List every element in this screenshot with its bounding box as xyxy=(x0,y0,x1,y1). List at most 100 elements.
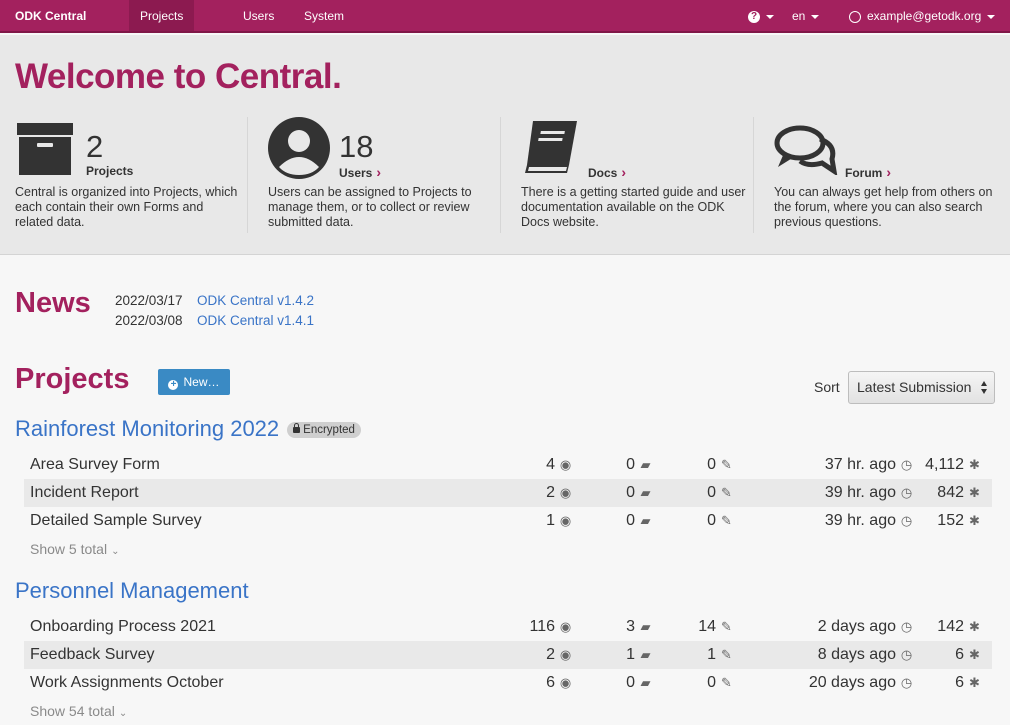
news-item: 2022/03/17 ODK Central v1.4.2 xyxy=(115,293,314,308)
edited-count: 1 ✎ xyxy=(707,641,733,669)
form-row[interactable]: Feedback Survey 2 ◉ 1 ▰ 1 ✎ 8 days ago ◷ 6 ✱ xyxy=(24,641,992,669)
comments-count: 1 ▰ xyxy=(626,641,652,669)
show-total-link[interactable]: Show 5 total ⌄ xyxy=(30,541,119,557)
project-link[interactable]: Personnel Management xyxy=(15,578,249,603)
nav-system[interactable]: System xyxy=(304,0,344,31)
badge-label: Encrypted xyxy=(303,424,355,436)
nav-users[interactable]: Users xyxy=(243,0,274,31)
forum-block-title: Forum xyxy=(845,166,883,180)
comments-icon: ▰ xyxy=(640,485,651,500)
chevron-right-icon: › xyxy=(886,164,892,180)
latest-submission: 20 days ago ◷ xyxy=(809,669,913,697)
comments-icon: ▰ xyxy=(640,457,651,472)
projects-block-title: Projects xyxy=(86,164,134,178)
docs-block-title: Docs xyxy=(588,166,618,180)
project-group-title: Rainforest Monitoring 2022 Encrypted xyxy=(15,416,361,442)
comments-count: 0 ▰ xyxy=(626,451,652,479)
user-circle-icon xyxy=(268,117,330,179)
comments-count: 0 ▰ xyxy=(626,507,652,535)
docs-link[interactable]: Docs › xyxy=(588,164,626,180)
user-dropdown[interactable]: example@getodk.org xyxy=(849,0,996,31)
user-email: example@getodk.org xyxy=(867,9,982,23)
form-row[interactable]: Incident Report 2 ◉ 0 ▰ 0 ✎ 39 hr. ago ◷ 842… xyxy=(24,479,992,507)
total-submissions: 6 ✱ xyxy=(955,669,981,697)
news-item: 2022/03/08 ODK Central v1.4.1 xyxy=(115,313,314,328)
news-link[interactable]: ODK Central v1.4.1 xyxy=(197,313,314,328)
docs-block-desc: There is a getting started guide and use… xyxy=(521,185,746,229)
dot-circle-icon: ◉ xyxy=(559,457,572,472)
sort-label: Sort xyxy=(814,379,840,395)
new-project-button[interactable]: + New… xyxy=(158,369,230,395)
pencil-icon: ✎ xyxy=(721,675,732,690)
dot-circle-icon: ◉ xyxy=(559,647,572,662)
book-icon xyxy=(525,121,577,173)
archive-box-icon xyxy=(17,123,73,175)
project-group-title: Personnel Management xyxy=(15,578,249,604)
latest-submission: 39 hr. ago ◷ xyxy=(825,479,913,507)
comments-count: 0 ▰ xyxy=(626,479,652,507)
news-link[interactable]: ODK Central v1.4.2 xyxy=(197,293,314,308)
sort-select[interactable]: Latest Submission xyxy=(848,371,995,404)
edited-count: 0 ✎ xyxy=(707,479,733,507)
comments-count: 3 ▰ xyxy=(626,613,652,641)
chat-bubbles-icon xyxy=(774,125,838,175)
comments-icon: ▰ xyxy=(640,619,651,634)
chevron-down-icon: ⌄ xyxy=(118,708,128,719)
welcome-title: Welcome to Central. xyxy=(15,57,342,96)
chevron-down-icon xyxy=(811,14,820,19)
clock-icon: ◷ xyxy=(900,647,913,662)
user-icon xyxy=(849,10,861,23)
projects-heading: Projects xyxy=(15,363,130,395)
asterisk-icon: ✱ xyxy=(969,675,980,690)
total-submissions: 842 ✱ xyxy=(937,479,981,507)
plus-circle-icon: + xyxy=(168,380,179,390)
form-name[interactable]: Onboarding Process 2021 xyxy=(30,613,216,641)
language-dropdown[interactable]: en xyxy=(792,0,820,31)
pencil-icon: ✎ xyxy=(721,485,732,500)
users-count: 18 xyxy=(339,129,374,164)
show-total-link[interactable]: Show 54 total ⌄ xyxy=(30,703,127,719)
new-button-label: New… xyxy=(183,375,220,389)
forum-summary: Forum › You can always get help from othe… xyxy=(774,117,1004,233)
form-name[interactable]: Incident Report xyxy=(30,479,139,507)
edited-count: 0 ✎ xyxy=(707,669,733,697)
form-row[interactable]: Work Assignments October 6 ◉ 0 ▰ 0 ✎ 20 day… xyxy=(24,669,992,697)
asterisk-icon: ✱ xyxy=(969,485,980,500)
nav-projects[interactable]: Projects xyxy=(129,0,195,31)
news-date: 2022/03/08 xyxy=(115,313,183,328)
received-count: 116 ◉ xyxy=(529,613,572,641)
latest-submission: 37 hr. ago ◷ xyxy=(825,451,913,479)
welcome-panel: Welcome to Central. 2 Projects Central i… xyxy=(0,35,1010,255)
help-dropdown[interactable]: ? xyxy=(748,0,774,31)
project-link[interactable]: Rainforest Monitoring 2022 xyxy=(15,416,279,441)
total-submissions: 4,112 ✱ xyxy=(925,451,981,479)
users-link[interactable]: Users › xyxy=(339,164,381,180)
clock-icon: ◷ xyxy=(900,675,913,690)
received-count: 1 ◉ xyxy=(546,507,572,535)
form-row[interactable]: Detailed Sample Survey 1 ◉ 0 ▰ 0 ✎ 39 hr. a… xyxy=(24,507,992,535)
edited-count: 0 ✎ xyxy=(707,451,733,479)
form-name[interactable]: Work Assignments October xyxy=(30,669,224,697)
form-row[interactable]: Area Survey Form 4 ◉ 0 ▰ 0 ✎ 37 hr. ago ◷ 4,… xyxy=(24,451,992,479)
projects-summary: 2 Projects Central is organized into Pro… xyxy=(15,117,245,233)
form-row[interactable]: Onboarding Process 2021 116 ◉ 3 ▰ 14 ✎ 2 da… xyxy=(24,613,992,641)
form-name[interactable]: Area Survey Form xyxy=(30,451,160,479)
total-submissions: 6 ✱ xyxy=(955,641,981,669)
dot-circle-icon: ◉ xyxy=(559,513,572,528)
divider xyxy=(500,117,501,233)
latest-submission: 39 hr. ago ◷ xyxy=(825,507,913,535)
pencil-icon: ✎ xyxy=(721,647,732,662)
users-block-desc: Users can be assigned to Projects to man… xyxy=(268,185,472,229)
docs-summary: Docs › There is a getting started guide a… xyxy=(521,117,751,233)
brand-logo[interactable]: ODK Central xyxy=(15,0,86,33)
edited-count: 0 ✎ xyxy=(707,507,733,535)
received-count: 2 ◉ xyxy=(546,641,572,669)
dot-circle-icon: ◉ xyxy=(559,485,572,500)
clock-icon: ◷ xyxy=(900,513,913,528)
forum-link[interactable]: Forum › xyxy=(845,164,891,180)
sort-value: Latest Submission xyxy=(857,379,972,395)
form-name[interactable]: Feedback Survey xyxy=(30,641,155,669)
asterisk-icon: ✱ xyxy=(969,647,980,662)
form-name[interactable]: Detailed Sample Survey xyxy=(30,507,202,535)
divider xyxy=(247,117,248,233)
